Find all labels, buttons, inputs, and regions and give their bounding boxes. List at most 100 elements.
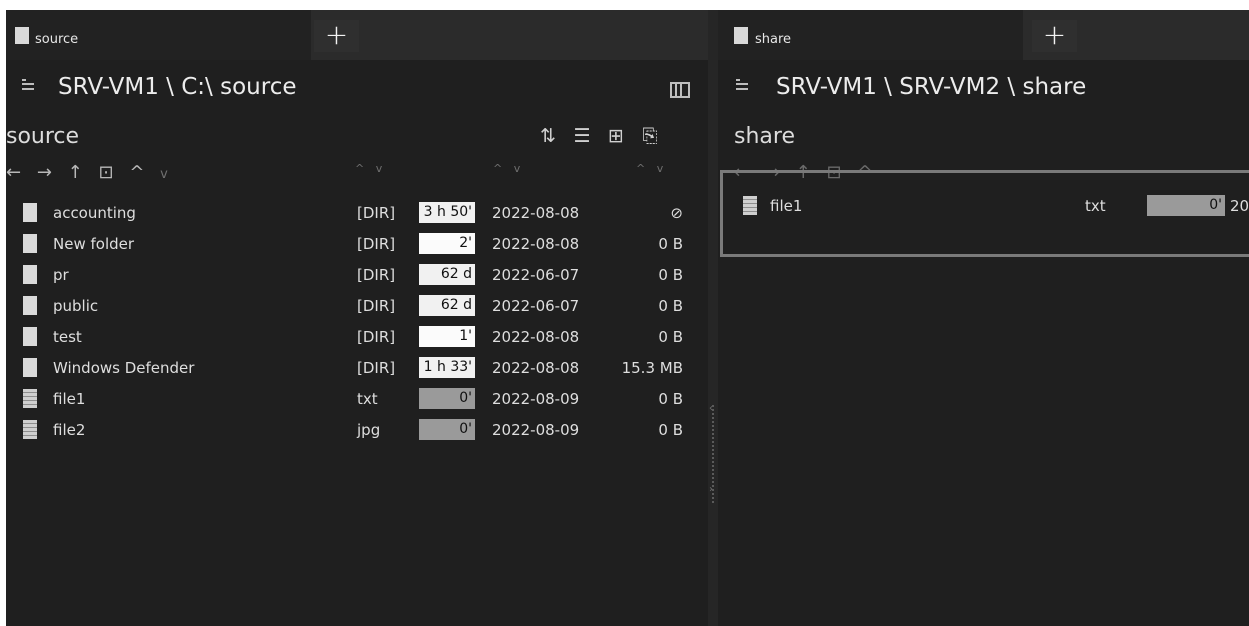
item-type: [DIR] bbox=[357, 359, 396, 377]
file-icon bbox=[743, 196, 757, 215]
item-type: [DIR] bbox=[357, 266, 396, 284]
item-date: 2022-08-09 bbox=[492, 421, 580, 439]
date-sort-arrows[interactable]: ^ v bbox=[493, 162, 524, 175]
item-age: 0' bbox=[419, 419, 475, 440]
list-item[interactable]: file1 txt 0' 202 bbox=[723, 193, 1249, 223]
item-age: 0' bbox=[1147, 195, 1225, 216]
file-icon bbox=[23, 420, 37, 439]
list-item[interactable]: accounting [DIR] 3 h 50' 2022-08-08 ⊘ bbox=[6, 198, 708, 228]
item-date: 2022-08-08 bbox=[492, 235, 580, 253]
list-item[interactable]: file1 txt 0' 2022-08-09 0 B bbox=[6, 384, 708, 414]
folder-title: source bbox=[6, 124, 80, 149]
forward-icon[interactable]: → bbox=[37, 162, 52, 183]
list-view-icon[interactable]: ☰ bbox=[571, 125, 593, 147]
item-age: 1' bbox=[419, 326, 475, 347]
path-bar: SRV-VM1 \ SRV-VM2 \ share bbox=[718, 72, 1249, 106]
type-sort-arrows[interactable]: ^ v bbox=[355, 162, 386, 175]
tab-label: source bbox=[35, 32, 79, 47]
item-name: test bbox=[53, 328, 82, 346]
tab-share[interactable]: share bbox=[718, 10, 1023, 60]
item-type: [DIR] bbox=[357, 328, 396, 346]
item-name: Windows Defender bbox=[53, 359, 195, 377]
item-size: 15.3 MB bbox=[621, 359, 683, 377]
item-size: 0 B bbox=[658, 421, 683, 439]
sort-up-icon[interactable]: ^ bbox=[129, 162, 144, 183]
document-icon bbox=[734, 27, 748, 44]
drop-target-highlight[interactable]: file1 txt 0' 202 bbox=[720, 170, 1249, 257]
tab-label: share bbox=[755, 32, 792, 47]
list-item[interactable]: test [DIR] 1' 2022-08-08 0 B bbox=[6, 322, 708, 352]
sort-icon[interactable]: ⇅ bbox=[537, 125, 559, 147]
item-date: 2022-06-07 bbox=[492, 297, 580, 315]
back-icon[interactable]: ← bbox=[6, 162, 21, 183]
menu-icon[interactable] bbox=[20, 78, 34, 92]
item-name: New folder bbox=[53, 235, 135, 253]
list-item[interactable]: pr [DIR] 62 d 2022-06-07 0 B bbox=[6, 260, 708, 290]
folder-icon bbox=[23, 327, 37, 346]
add-tab-button[interactable]: + bbox=[1032, 20, 1077, 52]
item-type: txt bbox=[357, 390, 378, 408]
item-age: 3 h 50' bbox=[419, 202, 475, 223]
list-item[interactable]: public [DIR] 62 d 2022-06-07 0 B bbox=[6, 291, 708, 321]
item-type: [DIR] bbox=[357, 297, 396, 315]
list-item[interactable]: New folder [DIR] 2' 2022-08-08 0 B bbox=[6, 229, 708, 259]
item-type: txt bbox=[1085, 197, 1106, 215]
left-pane: source + SRV-VM1 \ C:\ source source ⇅ ☰… bbox=[6, 10, 708, 626]
toolbar: ⇅ ☰ ⊞ ⎘ bbox=[537, 125, 661, 147]
right-pane: share + SRV-VM1 \ SRV-VM2 \ share share … bbox=[718, 10, 1249, 626]
folder-icon bbox=[23, 358, 37, 377]
item-age: 62 d bbox=[419, 295, 475, 316]
item-date: 2022-08-08 bbox=[492, 204, 580, 222]
folder-icon bbox=[23, 234, 37, 253]
item-date: 2022-08-09 bbox=[492, 390, 580, 408]
item-size: 0 B bbox=[658, 235, 683, 253]
new-folder-icon[interactable]: ⊞ bbox=[605, 125, 627, 147]
folder-icon bbox=[23, 203, 37, 222]
tab-source[interactable]: source bbox=[6, 10, 311, 60]
pane-splitter[interactable]: ‹ › bbox=[708, 10, 718, 626]
item-type: [DIR] bbox=[357, 235, 396, 253]
columns-icon[interactable] bbox=[670, 82, 690, 98]
nav-row: ← → ↑ ⊡ ^ v bbox=[6, 162, 178, 188]
item-size: 0 B bbox=[658, 297, 683, 315]
item-date: 2022-08-08 bbox=[492, 359, 580, 377]
item-size: 0 B bbox=[658, 328, 683, 346]
item-name: file1 bbox=[770, 197, 803, 215]
item-date: 2022-06-07 bbox=[492, 266, 580, 284]
tab-bar: source + bbox=[6, 10, 708, 60]
folder-title: share bbox=[734, 124, 795, 149]
item-age: 62 d bbox=[419, 264, 475, 285]
item-size: 0 B bbox=[658, 390, 683, 408]
item-name: public bbox=[53, 297, 99, 315]
item-date: 202 bbox=[1230, 197, 1249, 215]
menu-icon[interactable] bbox=[734, 78, 748, 92]
document-icon bbox=[15, 27, 29, 44]
path-breadcrumb[interactable]: SRV-VM1 \ SRV-VM2 \ share bbox=[776, 74, 1086, 100]
item-size: ⊘ bbox=[670, 204, 683, 222]
list-item[interactable]: file2 jpg 0' 2022-08-09 0 B bbox=[6, 415, 708, 445]
folder-home-icon[interactable]: ⊡ bbox=[98, 162, 113, 183]
list-item[interactable]: Windows Defender [DIR] 1 h 33' 2022-08-0… bbox=[6, 353, 708, 383]
sort-down-icon[interactable]: v bbox=[160, 167, 168, 182]
file-icon bbox=[23, 389, 37, 408]
folder-icon bbox=[23, 265, 37, 284]
item-date: 2022-08-08 bbox=[492, 328, 580, 346]
item-name: file1 bbox=[53, 390, 86, 408]
item-age: 2' bbox=[419, 233, 475, 254]
add-tab-button[interactable]: + bbox=[314, 20, 359, 52]
item-type: [DIR] bbox=[357, 204, 396, 222]
folder-icon bbox=[23, 296, 37, 315]
item-name: accounting bbox=[53, 204, 136, 222]
path-bar: SRV-VM1 \ C:\ source bbox=[6, 72, 708, 106]
item-age: 1 h 33' bbox=[419, 357, 475, 378]
paste-icon[interactable]: ⎘ bbox=[639, 125, 661, 147]
item-size: 0 B bbox=[658, 266, 683, 284]
item-name: file2 bbox=[53, 421, 86, 439]
tab-bar: share + bbox=[718, 10, 1249, 60]
path-breadcrumb[interactable]: SRV-VM1 \ C:\ source bbox=[58, 74, 297, 100]
up-icon[interactable]: ↑ bbox=[68, 162, 83, 183]
item-age: 0' bbox=[419, 388, 475, 409]
size-sort-arrows[interactable]: ^ v bbox=[636, 162, 667, 175]
item-type: jpg bbox=[357, 421, 381, 439]
item-name: pr bbox=[53, 266, 69, 284]
